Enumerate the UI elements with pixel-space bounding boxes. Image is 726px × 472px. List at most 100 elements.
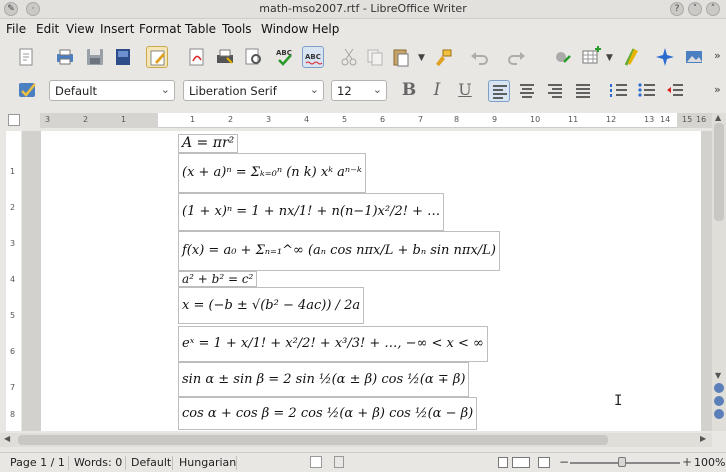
- scroll-down-icon[interactable]: ▼: [715, 371, 721, 380]
- copy-icon[interactable]: [364, 46, 386, 68]
- page-style[interactable]: Default: [131, 456, 171, 469]
- insert-special-character-icon[interactable]: [620, 46, 642, 68]
- ruler-label: 2: [83, 115, 89, 124]
- formula-object[interactable]: a² + b² = c²: [178, 271, 258, 287]
- align-center-icon[interactable]: [516, 80, 538, 102]
- menu-bar: File Edit View Insert Format Table Tools…: [0, 19, 726, 39]
- help-icon[interactable]: ?: [670, 2, 684, 16]
- svg-text:ABC: ABC: [305, 53, 321, 61]
- formula-object[interactable]: sin α ± sin β = 2 sin ½(α ± β) cos ½(α ∓…: [178, 362, 470, 397]
- print-preview-icon[interactable]: [242, 46, 264, 68]
- spellcheck-icon[interactable]: ABC: [274, 46, 296, 68]
- menu-help[interactable]: Help: [312, 22, 339, 36]
- styles-icon[interactable]: [16, 79, 38, 101]
- insert-image-icon[interactable]: [683, 46, 705, 68]
- insert-table-icon[interactable]: [580, 46, 602, 68]
- language-indicator[interactable]: Hungarian: [179, 456, 236, 469]
- menu-insert[interactable]: Insert: [100, 22, 134, 36]
- formula-object[interactable]: cos α + cos β = 2 cos ½(α + β) cos ½(α −…: [178, 397, 478, 430]
- ruler-label: 7: [418, 115, 424, 124]
- vertical-scrollbar[interactable]: ▲ ▼: [712, 113, 726, 431]
- ruler-label: 12: [606, 115, 617, 124]
- horizontal-scrollbar[interactable]: ◀ ▶: [0, 433, 712, 447]
- formula-object[interactable]: x = (−b ± √(b² − 4ac)) / 2a: [178, 287, 365, 324]
- page-count[interactable]: Page 1 / 1: [10, 456, 65, 469]
- paste-icon[interactable]: [390, 46, 412, 68]
- chevron-down-icon: ⌄: [372, 83, 382, 96]
- table-dropdown-icon[interactable]: ▼: [606, 53, 613, 63]
- vertical-scroll-thumb[interactable]: [714, 123, 724, 221]
- justify-icon[interactable]: [572, 80, 594, 102]
- italic-icon[interactable]: I: [426, 80, 448, 102]
- numbered-list-icon[interactable]: [608, 80, 630, 102]
- menu-tools[interactable]: Tools: [222, 22, 252, 36]
- font-size-value: 12: [337, 84, 352, 98]
- vertical-ruler[interactable]: 1 2 3 4 5 6 7 8: [6, 131, 21, 431]
- window-title: math-mso2007.rtf - LibreOffice Writer: [259, 2, 467, 15]
- menu-edit[interactable]: Edit: [36, 22, 59, 36]
- underline-icon[interactable]: U: [454, 80, 476, 102]
- formula-object[interactable]: (x + a)ⁿ = Σₖ₌₀ⁿ (n k) xᵏ aⁿ⁻ᵏ: [178, 153, 366, 193]
- save-icon[interactable]: [84, 46, 106, 68]
- horizontal-scroll-thumb[interactable]: [18, 435, 608, 445]
- horizontal-ruler[interactable]: 3 2 1 1 2 3 4 5 6 7 8 9 10 11 12 13 14 1…: [40, 113, 712, 128]
- redo-icon[interactable]: [506, 46, 528, 68]
- zoom-in-icon[interactable]: +: [682, 455, 692, 469]
- bold-icon[interactable]: B: [398, 80, 420, 102]
- zoom-level[interactable]: 100%: [694, 456, 725, 469]
- paragraph-indent-icon[interactable]: [664, 80, 686, 102]
- bullet-list-icon[interactable]: [636, 80, 658, 102]
- single-page-view-icon[interactable]: [498, 457, 508, 468]
- print-direct-icon[interactable]: [214, 46, 236, 68]
- tab-stop-selector[interactable]: [8, 114, 20, 126]
- new-document-icon[interactable]: [16, 46, 38, 68]
- scroll-left-icon[interactable]: ◀: [4, 434, 10, 443]
- document-page[interactable]: A = πr² (x + a)ⁿ = Σₖ₌₀ⁿ (n k) xᵏ aⁿ⁻ᵏ (…: [41, 131, 701, 431]
- menu-view[interactable]: View: [66, 22, 94, 36]
- cut-icon[interactable]: [338, 46, 360, 68]
- formula-object[interactable]: A = πr²: [178, 134, 239, 153]
- format-toolbar-overflow-icon[interactable]: »: [714, 83, 721, 96]
- toolbar-overflow-icon[interactable]: »: [714, 49, 721, 62]
- scroll-up-icon[interactable]: ▲: [715, 113, 721, 122]
- book-view-icon[interactable]: [538, 457, 550, 468]
- font-size-select[interactable]: 12 ⌄: [331, 80, 387, 101]
- document-area[interactable]: A = πr² (x + a)ⁿ = Σₖ₌₀ⁿ (n k) xᵏ aⁿ⁻ᵏ (…: [22, 131, 712, 431]
- align-left-icon[interactable]: [488, 80, 510, 102]
- menu-file[interactable]: File: [6, 22, 26, 36]
- zoom-slider-thumb[interactable]: [618, 457, 626, 467]
- formula-object[interactable]: eˣ = 1 + x/1! + x²/2! + x³/3! + …, −∞ < …: [178, 326, 488, 362]
- formula-object[interactable]: f(x) = a₀ + Σₙ₌₁^∞ (aₙ cos nπx/L + bₙ si…: [178, 231, 500, 271]
- undo-icon[interactable]: [468, 46, 490, 68]
- insert-mode-icon[interactable]: [310, 456, 322, 468]
- word-count[interactable]: Words: 0: [74, 456, 122, 469]
- hyperlink-icon[interactable]: [552, 46, 574, 68]
- align-right-icon[interactable]: [544, 80, 566, 102]
- formula-object[interactable]: (1 + x)ⁿ = 1 + nx/1! + n(n−1)x²/2! + …: [178, 193, 445, 231]
- ruler-label: 3: [266, 115, 272, 124]
- auto-spellcheck-icon[interactable]: ABC: [302, 46, 324, 68]
- clone-formatting-icon[interactable]: [432, 46, 454, 68]
- scroll-right-icon[interactable]: ▶: [700, 434, 706, 443]
- edit-mode-icon[interactable]: [146, 46, 168, 68]
- print-icon[interactable]: [54, 46, 76, 68]
- paste-dropdown-icon[interactable]: ▼: [418, 53, 425, 63]
- paragraph-style-select[interactable]: Default ⌄: [49, 80, 175, 101]
- menu-window[interactable]: Window: [261, 22, 308, 36]
- previous-page-icon[interactable]: [714, 383, 724, 393]
- navigator-icon[interactable]: [654, 46, 676, 68]
- ruler-label: 3: [45, 115, 51, 124]
- multi-page-view-icon[interactable]: [512, 457, 530, 468]
- navigation-icon[interactable]: [714, 396, 724, 406]
- minimize-icon[interactable]: ˅: [688, 2, 702, 16]
- next-page-icon[interactable]: [714, 409, 724, 419]
- zoom-out-icon[interactable]: −: [559, 455, 569, 469]
- font-name-select[interactable]: Liberation Serif ⌄: [183, 80, 324, 101]
- maximize-icon[interactable]: ˄: [706, 2, 720, 16]
- menu-table[interactable]: Table: [185, 22, 216, 36]
- ruler-label: 5: [342, 115, 348, 124]
- export-pdf-icon[interactable]: [186, 46, 208, 68]
- menu-format[interactable]: Format: [139, 22, 181, 36]
- document-modified-icon[interactable]: [334, 456, 344, 468]
- export-icon[interactable]: [112, 46, 134, 68]
